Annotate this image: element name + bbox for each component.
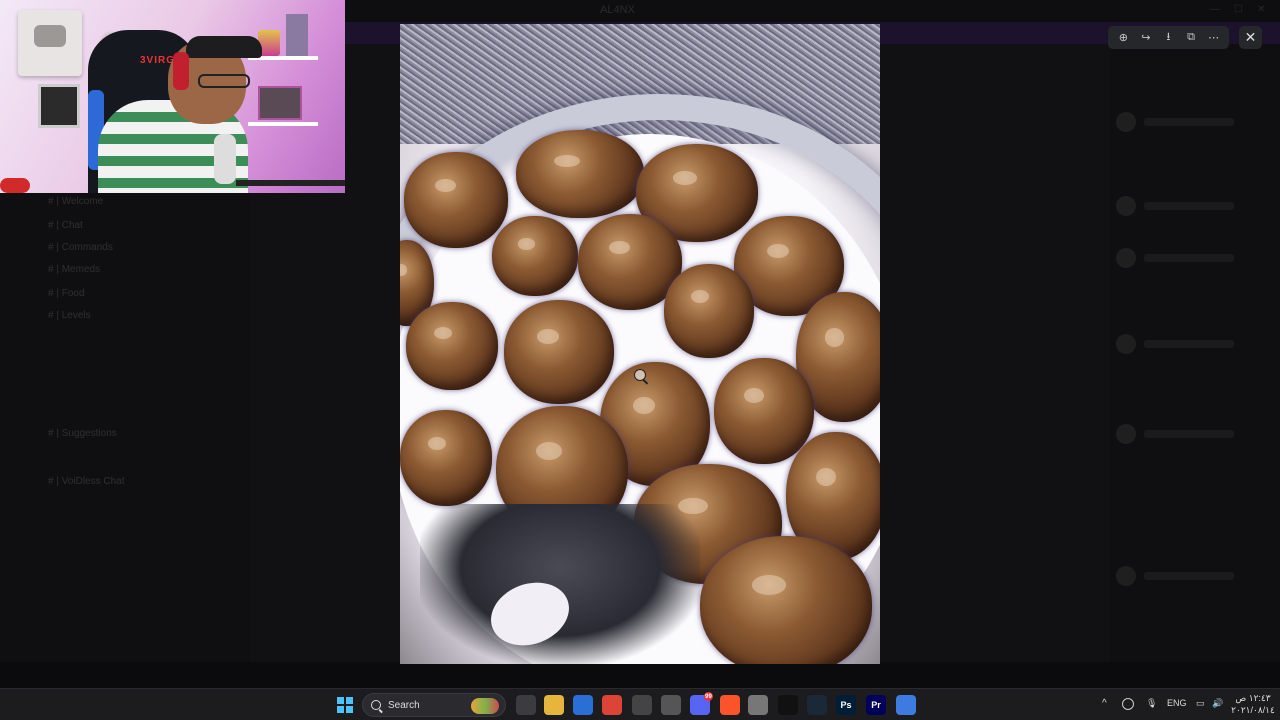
background-channel-list: # | Welcome # | Chat # | Commands # | Me… [0,192,250,662]
food-ball [504,300,614,404]
search-highlight-icon [471,698,499,714]
search-icon [371,700,381,710]
glasses [198,74,250,88]
food-ball [714,358,814,464]
background-title: AL4NX [600,4,635,16]
search-label: Search [388,699,420,711]
capcut-icon[interactable] [778,695,798,715]
avatar [1116,196,1136,216]
channel-item: # | Suggestions [48,428,117,439]
channel-item: # | Memeds [48,264,101,275]
zoom-cursor-icon [634,369,646,381]
channel-item: # | Welcome [48,196,104,207]
open-external-icon[interactable]: ⧉ [1182,29,1200,47]
volume-icon[interactable]: 🔊 [1212,698,1223,709]
clock[interactable]: ١٢:٤٣ ص ٢٠٢١/٠٨/١٤ [1228,692,1278,716]
mic-arm [236,180,345,186]
wall-frame [38,84,80,128]
task-view-icon[interactable] [516,695,536,715]
food-ball [516,130,644,218]
headset [173,52,189,90]
download-icon[interactable]: ⭳ [1159,29,1177,47]
food-ball [400,410,492,506]
discord-icon[interactable]: 99 [690,692,713,715]
app-icon[interactable] [896,695,916,715]
member-name [1144,572,1234,580]
clock-time: ١٢:٤٣ ص [1235,693,1271,703]
network-icon[interactable]: ▭ [1196,698,1205,709]
chrome-icon[interactable] [602,695,622,715]
food-ball [700,536,872,664]
minimize-icon[interactable]: — [1210,4,1220,15]
avatar [1116,334,1136,354]
steam-icon[interactable] [807,695,827,715]
share-icon[interactable]: ↪ [1137,29,1155,47]
avatar [1116,248,1136,268]
zoom-in-icon[interactable]: ⊕ [1114,29,1132,47]
notification-badge: 99 [704,692,713,701]
maximize-icon[interactable]: ☐ [1234,4,1243,15]
member-name [1144,340,1234,348]
silver-play-button-plaque [18,10,82,76]
member-name [1144,254,1234,262]
viewer-close-button[interactable]: ✕ [1239,26,1262,49]
member-name [1144,118,1234,126]
food-ball [664,264,754,358]
viewer-image[interactable] [400,24,880,664]
channel-item: # | Food [48,288,85,299]
window-controls: — ☐ ✕ [1210,4,1265,15]
more-icon[interactable]: ⋯ [1205,29,1223,47]
cap [186,36,262,58]
avatar [1116,112,1136,132]
image-viewer-toolbar: ⊕ ↪ ⭳ ⧉ ⋯ [1108,26,1229,49]
file-explorer-icon[interactable] [544,695,564,715]
shelf-plaque [258,86,302,120]
show-hidden-icons-chevron-icon[interactable]: ^ [1102,698,1107,709]
start-button[interactable] [337,697,353,713]
webcam-overlay: 3VIRGN [0,0,345,193]
channel-item: # | Chat [48,220,83,231]
microphone [214,134,236,184]
taskbar-search[interactable]: Search [362,693,506,717]
obs-icon[interactable] [632,695,652,715]
member-name [1144,202,1234,210]
background-member-list [1110,44,1280,662]
food-ball [406,302,498,390]
avatar [1116,566,1136,586]
food-ball [404,152,508,248]
channel-item: # | VoiDless Chat [48,476,125,487]
premiere-icon[interactable]: Pr [866,695,886,715]
microsoft-store-icon[interactable] [573,695,593,715]
brave-icon[interactable] [720,695,740,715]
photoshop-icon[interactable]: Ps [836,695,856,715]
desktop: AL4NX # | Welcome # | Chat # | Commands … [0,0,1280,688]
language-indicator[interactable]: ENG [1167,698,1187,708]
shelf [248,122,318,126]
shelf-box [286,14,308,56]
notes-icon[interactable] [748,695,768,715]
food-ball [492,216,578,296]
channel-item: # | Commands [48,242,113,253]
sync-icon[interactable] [1122,698,1134,710]
windows-logo-icon [337,697,344,704]
member-name [1144,430,1234,438]
red-light [0,178,30,193]
avatar [1116,424,1136,444]
dark-debris [420,504,700,664]
taskbar: Search 99 Ps Pr ^ 🎙 ENG ▭ 🔊 ١٢:٤٣ ص ٢٠٢١/٠… [0,688,1280,720]
microphone-icon[interactable]: 🎙 [1146,698,1157,709]
channel-item: # | Levels [48,310,91,321]
close-icon[interactable]: ✕ [1257,4,1265,15]
settings-icon[interactable] [661,695,681,715]
clock-date: ٢٠٢١/٠٨/١٤ [1231,705,1275,715]
